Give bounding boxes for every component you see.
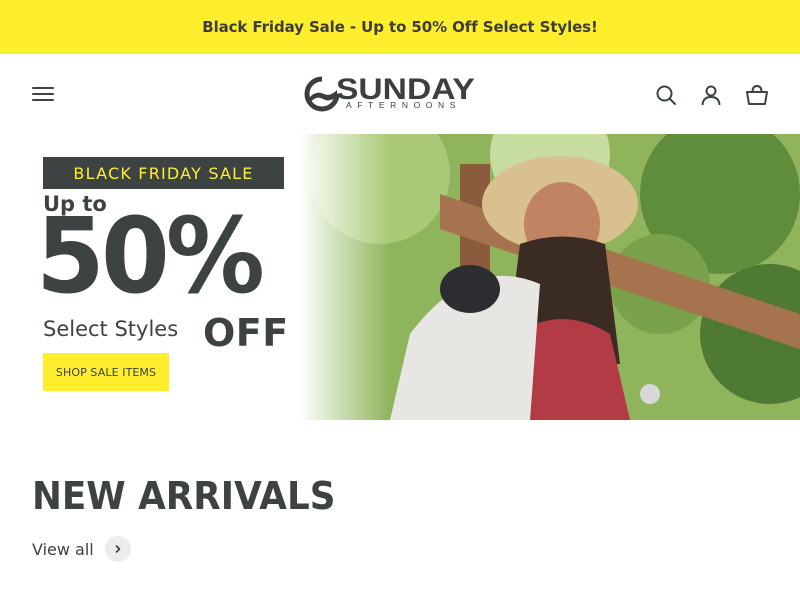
black-friday-label: BLACK FRIDAY SALE: [73, 163, 254, 183]
menu-icon[interactable]: [31, 84, 55, 104]
site-header: SUNDAY AFTERNOONS: [0, 54, 800, 134]
hero-banner[interactable]: BLACK FRIDAY SALE Up to 50% Select Style…: [0, 134, 800, 420]
hero-percent: 50%: [36, 195, 265, 317]
cart-icon[interactable]: [745, 83, 769, 107]
view-all-label: View all: [32, 539, 94, 559]
hero-photo: [300, 134, 800, 420]
chevron-right-icon[interactable]: [104, 536, 131, 562]
hero-select-styles: Select Styles: [43, 317, 179, 341]
logo-mark-icon: [304, 76, 340, 112]
view-all-link[interactable]: View all: [32, 536, 131, 562]
account-icon[interactable]: [699, 83, 723, 107]
black-friday-banner: BLACK FRIDAY SALE: [43, 157, 284, 189]
shop-sale-items-button[interactable]: SHOP SALE ITEMS: [43, 353, 169, 391]
logo-sub: AFTERNOONS: [346, 100, 462, 110]
announcement-bar[interactable]: Black Friday Sale - Up to 50% Off Select…: [0, 0, 800, 54]
hero-off: OFF: [203, 311, 289, 355]
site-logo[interactable]: SUNDAY AFTERNOONS: [304, 73, 498, 114]
new-arrivals-title: NEW ARRIVALS: [32, 474, 336, 518]
search-icon[interactable]: [654, 83, 678, 107]
announcement-text: Black Friday Sale - Up to 50% Off Select…: [202, 18, 598, 36]
